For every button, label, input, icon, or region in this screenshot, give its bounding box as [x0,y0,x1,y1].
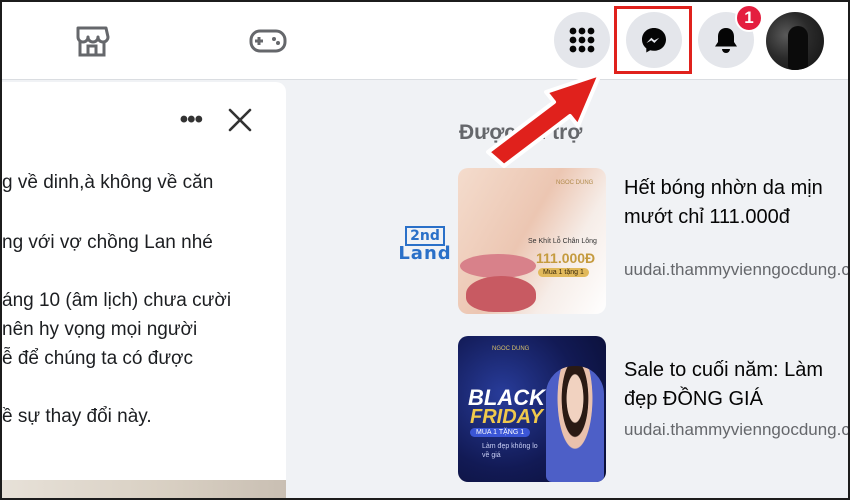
notification-badge: 1 [735,4,763,32]
bell-icon [715,28,737,53]
ad-image[interactable]: NGOC DUNG BLACK FRIDAY MUA 1 TẶNG 1 Làm … [458,336,606,482]
lip-shape [466,276,536,312]
ad-image-price: 111.000Đ [536,250,596,266]
post-text-line: ề sự thay đổi này. [2,406,152,427]
red-arrow-annotation [486,72,602,168]
menu-button[interactable] [554,12,610,68]
ad-image-pill: MUA 1 TẶNG 1 [470,428,531,437]
more-options-icon[interactable]: ••• [180,108,203,132]
watermark-bottom: Land [398,243,452,264]
post-actions: ••• [180,108,252,132]
top-navigation-bar: 1 [2,2,848,80]
ad-title[interactable]: Hết bóng nhờn da mịn mướt chỉ 111.000đ [624,174,839,232]
ad-image[interactable]: NGOC DUNG Se Khít Lỗ Chân Lông 111.000Đ … [458,168,606,314]
sponsored-ad[interactable]: NGOC DUNG BLACK FRIDAY MUA 1 TẶNG 1 Làm … [458,336,848,484]
close-icon[interactable] [228,108,252,132]
post-text-line: ng với vợ chồng Lan nhé [2,232,213,253]
ad-image-pill: Mua 1 tặng 1 [538,268,589,277]
gaming-tab[interactable] [242,16,294,66]
messenger-highlight-box [614,6,692,74]
post-text-line: ễ để chúng ta có được [2,348,194,369]
ad-url[interactable]: uudai.thammyvienngocdung.com [624,258,848,282]
ad-image-brand: NGOC DUNG [492,346,530,352]
avatar-figure [788,26,808,70]
post-text-line: áng 10 (âm lịch) chưa cười [2,290,232,311]
avatar[interactable] [766,12,824,70]
ad-image-model [546,366,604,482]
marketplace-tab[interactable] [66,16,118,66]
lip-shape [460,254,536,278]
ad-title[interactable]: Sale to cuối năm: Làm đẹp ĐỒNG GIÁ [624,356,839,414]
ad-image-brand: NGOC DUNG [556,180,594,186]
ad-image-headline: FRIDAY [470,406,543,428]
watermark-logo: 2nd Land [396,226,454,264]
ad-image-headline: BLACK [468,385,545,410]
gamepad-icon [249,29,287,53]
sponsored-ad[interactable]: NGOC DUNG Se Khít Lỗ Chân Lông 111.000Đ … [458,168,848,316]
post-text-line: g về dinh,à không về căn [2,172,214,193]
ad-image-caption: Se Khít Lỗ Chân Lông [528,238,597,245]
store-icon [76,26,110,57]
post-card: ••• g về dinh,à không về căn ng với vợ c… [2,82,286,498]
ad-url[interactable]: uudai.thammyvienngocdung.com [624,418,848,442]
screenshot-frame: 1 ••• g về dinh,à không về căn ng với vợ… [0,0,850,500]
ad-image-note: Làm đẹp không lo về giá [482,443,538,459]
grid-menu-icon [569,27,595,53]
post-text-line: nên hy vọng mọi người [2,319,198,340]
post-image[interactable] [2,480,286,498]
